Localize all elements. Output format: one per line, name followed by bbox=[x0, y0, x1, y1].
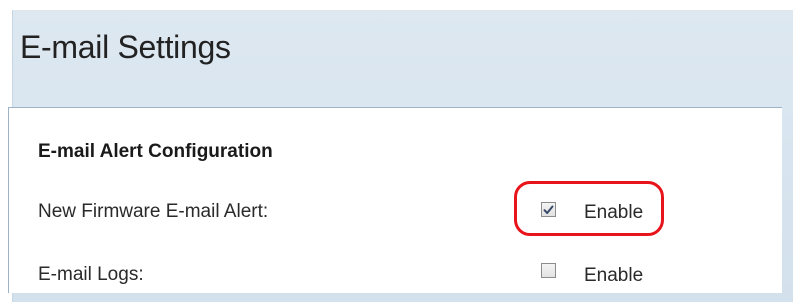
new-firmware-alert-enable-label[interactable]: Enable bbox=[584, 201, 643, 225]
checkmark-icon bbox=[543, 205, 554, 214]
section-title: E-mail Alert Configuration bbox=[38, 141, 273, 162]
email-logs-checkbox[interactable] bbox=[541, 263, 556, 278]
email-logs-label: E-mail Logs: bbox=[38, 264, 144, 285]
new-firmware-alert-label: New Firmware E-mail Alert: bbox=[38, 201, 269, 222]
page-title: E-mail Settings bbox=[20, 29, 231, 65]
new-firmware-alert-checkbox[interactable] bbox=[541, 202, 556, 217]
email-logs-enable-label[interactable]: Enable bbox=[584, 264, 643, 288]
